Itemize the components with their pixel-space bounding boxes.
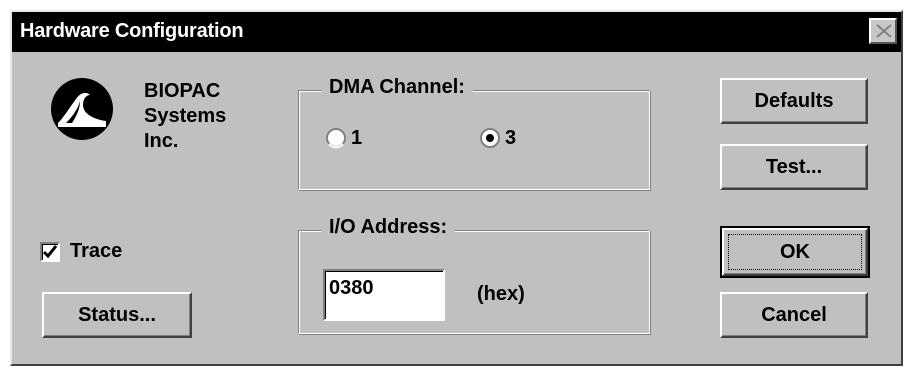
company-name: BIOPAC Systems Inc.: [144, 79, 226, 154]
status-button[interactable]: Status...: [42, 292, 192, 338]
window-title: Hardware Configuration: [20, 20, 244, 42]
io-address-input[interactable]: 0380: [323, 269, 445, 321]
dma-channel-label: DMA Channel:: [321, 76, 473, 99]
hardware-configuration-dialog: Hardware Configuration BIOPAC Systems In…: [10, 10, 903, 366]
test-button[interactable]: Test...: [720, 144, 868, 190]
company-line-1: BIOPAC: [144, 80, 221, 102]
biopac-wave-logo-icon: [51, 78, 113, 140]
company-line-2: Systems: [144, 105, 227, 127]
hex-unit-label: (hex): [477, 283, 525, 305]
dma-channel-group: DMA Channel: 1 3: [298, 76, 650, 190]
dma-option-1-label[interactable]: 1: [351, 127, 362, 150]
trace-label[interactable]: Trace: [70, 240, 122, 263]
io-address-group: I/O Address: 0380 (hex): [298, 216, 650, 334]
close-button[interactable]: [869, 18, 897, 44]
dma-option-3-label[interactable]: 3: [505, 127, 516, 150]
company-line-3: Inc.: [144, 130, 179, 152]
title-bar[interactable]: Hardware Configuration: [12, 12, 901, 52]
dma-option-3-radio[interactable]: [479, 127, 501, 149]
dma-option-1-radio[interactable]: [325, 127, 347, 149]
checkmark-icon: [42, 245, 58, 259]
trace-checkbox[interactable]: [40, 242, 60, 262]
io-address-label: I/O Address:: [321, 216, 456, 239]
close-icon: [876, 24, 892, 38]
ok-focus-ring: [728, 234, 862, 270]
defaults-button[interactable]: Defaults: [720, 78, 868, 124]
ok-button[interactable]: OK: [720, 226, 870, 278]
cancel-button[interactable]: Cancel: [720, 292, 868, 338]
